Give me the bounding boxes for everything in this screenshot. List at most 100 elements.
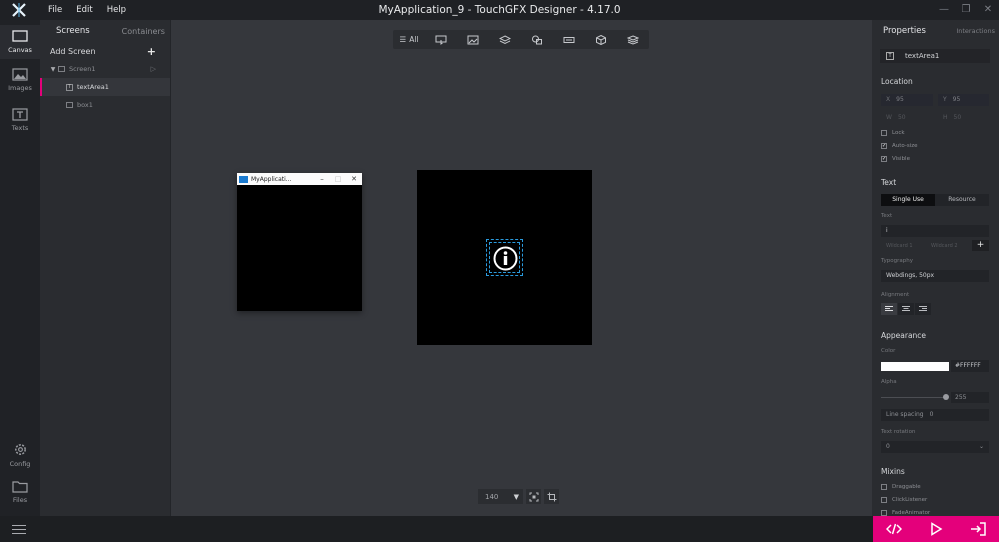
zoom-select[interactable]: 140 ▼ [478, 489, 523, 504]
run-simulator-icon[interactable] [928, 522, 944, 536]
play-screen-icon[interactable]: ▷ [151, 65, 156, 73]
menu-edit[interactable]: Edit [76, 0, 100, 20]
color-swatch[interactable] [881, 362, 949, 371]
toolbar-button-images[interactable] [457, 30, 489, 49]
tab-containers[interactable]: Containers [106, 27, 181, 36]
title-bar: File Edit Help MyApplication_9 - TouchGF… [0, 0, 999, 20]
tab-properties[interactable]: Properties [883, 26, 926, 36]
text-rotation-select[interactable]: 0 ⌄ [881, 441, 989, 453]
add-wildcard-button[interactable]: + [972, 240, 989, 251]
minimize-icon[interactable]: – [314, 175, 330, 183]
tree-item-label: box1 [77, 101, 93, 109]
line-spacing-field[interactable]: Line spacing 0 [881, 409, 989, 421]
appearance-heading: Appearance [881, 331, 927, 340]
x-field[interactable]: X 95 [881, 94, 933, 106]
align-left-button[interactable] [881, 303, 897, 315]
widget-name: textArea1 [905, 52, 940, 60]
visible-checkbox[interactable]: ✓ Visible [881, 154, 910, 164]
align-center-button[interactable] [898, 303, 914, 315]
draggable-checkbox[interactable]: Draggable [881, 482, 921, 492]
close-icon[interactable]: ✕ [346, 175, 362, 183]
checkmark-icon: ✓ [881, 156, 887, 162]
fit-to-screen-button[interactable] [526, 489, 541, 504]
rail-label: Texts [11, 124, 29, 132]
canvas-area[interactable]: ☰ All MyApplicati... – □ ✕ 140 ▼ [171, 20, 872, 516]
toolbar-button-3d[interactable] [585, 30, 617, 49]
menu-help[interactable]: Help [107, 0, 134, 20]
add-screen-button[interactable]: Add Screen + [40, 43, 170, 60]
toolbar-button-misc[interactable] [617, 30, 649, 49]
rail-item-files[interactable]: Files [0, 480, 40, 508]
toolbar-button-shapes[interactable] [521, 30, 553, 49]
screen-preview[interactable] [417, 170, 592, 345]
tree-item-textarea1[interactable]: T textArea1 [40, 78, 170, 96]
minimize-icon[interactable]: — [933, 0, 955, 20]
rail-label: Images [8, 84, 32, 92]
tab-screens[interactable]: Screens [40, 26, 106, 36]
screens-tabs: Screens Containers [40, 20, 170, 42]
toolbar-button-containers[interactable] [489, 30, 521, 49]
align-left-icon [885, 306, 893, 311]
color-hex-field[interactable]: #FFFFFF [951, 360, 989, 372]
mode-single-use[interactable]: Single Use [881, 194, 935, 206]
screen-icon [58, 66, 65, 72]
toolbar-button-buttons[interactable] [425, 30, 457, 49]
touchgfx-designer-window: File Edit Help MyApplication_9 - TouchGF… [0, 0, 999, 542]
lock-checkbox[interactable]: Lock [881, 128, 905, 138]
run-target-icon[interactable] [970, 522, 986, 536]
mode-resource[interactable]: Resource [935, 194, 989, 206]
clicklistener-checkbox[interactable]: ClickListener [881, 495, 927, 505]
zoom-controls: 140 ▼ [478, 489, 559, 504]
toolbar-button-text[interactable] [553, 30, 585, 49]
touchgfx-logo-icon[interactable] [10, 2, 28, 18]
widget-name-field[interactable]: T textArea1 [880, 49, 990, 63]
wildcard1-button[interactable]: Wildcard 1 [886, 241, 913, 251]
filter-all-button[interactable]: ☰ All [393, 30, 425, 49]
canvas-icon [12, 30, 28, 42]
tree-item-box1[interactable]: box1 [40, 96, 170, 114]
y-field[interactable]: Y 95 [938, 94, 989, 106]
maximize-icon[interactable]: □ [330, 175, 346, 183]
crop-button[interactable] [544, 489, 559, 504]
selected-textarea1[interactable] [486, 239, 523, 276]
generate-code-icon[interactable] [886, 522, 902, 536]
wildcard2-button[interactable]: Wildcard 2 [931, 241, 958, 251]
typography-select[interactable]: Webdings, 50px [881, 270, 989, 282]
crop-icon [547, 492, 556, 501]
alpha-slider-handle[interactable] [943, 394, 949, 400]
close-icon[interactable]: ✕ [977, 0, 999, 20]
rail-item-images[interactable]: Images [0, 68, 40, 98]
simulator-title: MyApplicati... [251, 175, 292, 183]
location-heading: Location [881, 77, 913, 86]
auto-size-checkbox[interactable]: ✓ Auto-size [881, 141, 918, 151]
tab-interactions[interactable]: Interactions [956, 27, 995, 35]
align-right-icon [919, 306, 927, 311]
folder-icon [12, 481, 28, 493]
rotation-label: Text rotation [881, 429, 916, 435]
gear-icon [14, 444, 26, 455]
fadeanimator-checkbox[interactable]: FadeAnimator [881, 508, 930, 516]
alpha-value-field[interactable]: 255 [951, 392, 989, 403]
menu-file[interactable]: File [48, 0, 70, 20]
chevron-down-icon: ⌄ [978, 443, 984, 450]
textarea-icon: T [66, 83, 73, 91]
align-right-button[interactable] [915, 303, 931, 315]
text-mode-toggle: Single Use Resource [881, 194, 989, 206]
simulator-window[interactable]: MyApplicati... – □ ✕ [237, 173, 362, 311]
chevron-down-icon[interactable]: ▼ [48, 66, 58, 73]
rail-item-config[interactable]: Config [0, 442, 40, 470]
align-center-icon [902, 306, 910, 311]
box-icon [66, 102, 73, 108]
rail-item-canvas[interactable]: Canvas [0, 25, 40, 59]
restore-icon[interactable]: ❐ [955, 0, 977, 20]
rail-item-texts[interactable]: Texts [0, 108, 40, 138]
stack-icon [627, 34, 639, 45]
alpha-slider-track[interactable] [881, 397, 947, 398]
tree-item-screen1[interactable]: ▼ Screen1 ▷ [40, 60, 170, 78]
text-input[interactable]: i [881, 225, 989, 237]
hamburger-menu-icon[interactable] [12, 525, 26, 534]
action-buttons [873, 516, 999, 542]
rail-label: Config [9, 460, 31, 468]
window-title: MyApplication_9 - TouchGFX Designer - 4.… [378, 4, 621, 16]
cube-icon [596, 34, 606, 45]
